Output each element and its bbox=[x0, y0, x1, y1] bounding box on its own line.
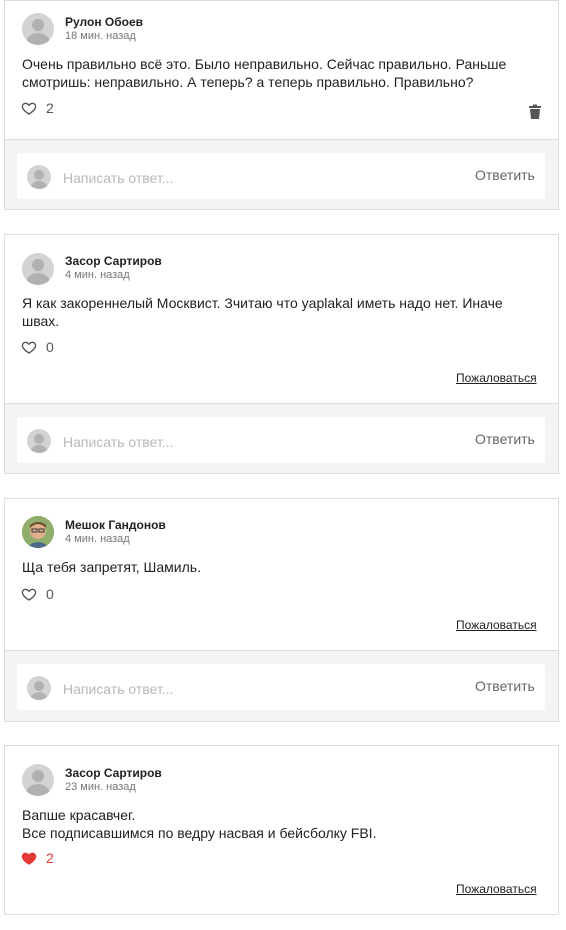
like-count: 2 bbox=[46, 100, 54, 116]
heart-outline-icon bbox=[21, 102, 37, 115]
comment-card: Засор Сартиров 23 мин. назад Вапше краса… bbox=[4, 745, 559, 915]
comment-time: 23 мин. назад bbox=[65, 781, 136, 793]
comment-text: Очень правильно всё это. Было неправильн… bbox=[22, 55, 542, 91]
comment-text-line: Очень правильно всё это. Было неправильн… bbox=[22, 56, 507, 72]
reply-placeholder: Написать ответ... bbox=[63, 170, 174, 186]
reply-input[interactable]: Написать ответ... Ответить bbox=[17, 417, 545, 463]
comment-time: 18 мин. назад bbox=[65, 30, 136, 42]
reply-placeholder: Написать ответ... bbox=[63, 681, 174, 697]
report-link[interactable]: Пожаловаться bbox=[456, 371, 537, 385]
heart-outline-icon bbox=[21, 588, 37, 601]
reply-input[interactable]: Написать ответ... Ответить bbox=[17, 153, 545, 199]
like-button[interactable]: 2 bbox=[21, 100, 54, 116]
comment-text: Вапше красавчег. Все подписавшимся по ве… bbox=[22, 806, 542, 842]
reply-input[interactable]: Написать ответ... Ответить bbox=[17, 664, 545, 710]
avatar[interactable] bbox=[22, 764, 54, 796]
reply-placeholder: Написать ответ... bbox=[63, 434, 174, 450]
like-button[interactable]: 0 bbox=[21, 339, 54, 355]
reply-zone: Написать ответ... Ответить bbox=[4, 404, 559, 474]
comment-text-line: Вапше красавчег. bbox=[22, 807, 136, 823]
comment-time: 4 мин. назад bbox=[65, 269, 130, 281]
comment-text: Ща тебя запретят, Шамиль. bbox=[22, 558, 542, 576]
comment-author[interactable]: Засор Сартиров bbox=[65, 766, 162, 780]
comment-text: Я как закореннелый Москвист. Зчитаю что … bbox=[22, 294, 542, 330]
comment-card: Рулон Обоев 18 мин. назад Очень правильн… bbox=[4, 0, 559, 140]
reply-zone: Написать ответ... Ответить bbox=[4, 140, 559, 210]
avatar[interactable] bbox=[22, 13, 54, 45]
like-count: 2 bbox=[46, 850, 54, 866]
comment-author[interactable]: Мешок Гандонов bbox=[65, 518, 166, 532]
report-link[interactable]: Пожаловаться bbox=[456, 618, 537, 632]
heart-filled-icon bbox=[21, 852, 37, 865]
comment-text-line: Я как закореннелый Москвист. Зчитаю что … bbox=[22, 295, 503, 311]
like-button[interactable]: 0 bbox=[21, 586, 54, 602]
avatar bbox=[27, 429, 51, 453]
like-count: 0 bbox=[46, 339, 54, 355]
trash-icon[interactable] bbox=[527, 104, 543, 120]
comment-author[interactable]: Рулон Обоев bbox=[65, 15, 143, 29]
comment-text-line: Ща тебя запретят, Шамиль. bbox=[22, 559, 201, 575]
comment-text-line: швах. bbox=[22, 313, 60, 329]
reply-zone: Написать ответ... Ответить bbox=[4, 651, 559, 722]
reply-button[interactable]: Ответить bbox=[475, 678, 535, 694]
heart-outline-icon bbox=[21, 341, 37, 354]
comment-author[interactable]: Засор Сартиров bbox=[65, 254, 162, 268]
comment-text-line: Все подписавшимся по ведру насвая и бейс… bbox=[22, 825, 377, 841]
avatar bbox=[27, 165, 51, 189]
comment-text-line: смотришь: неправильно. А теперь? а тепер… bbox=[22, 74, 474, 90]
avatar[interactable] bbox=[22, 516, 54, 548]
avatar bbox=[27, 676, 51, 700]
comment-card: Мешок Гандонов 4 мин. назад Ща тебя запр… bbox=[4, 498, 559, 651]
like-count: 0 bbox=[46, 586, 54, 602]
like-button[interactable]: 2 bbox=[21, 850, 54, 866]
user-photo-icon bbox=[22, 516, 54, 548]
comment-time: 4 мин. назад bbox=[65, 533, 130, 545]
avatar[interactable] bbox=[22, 253, 54, 285]
reply-button[interactable]: Ответить bbox=[475, 431, 535, 447]
report-link[interactable]: Пожаловаться bbox=[456, 882, 537, 896]
comment-card: Засор Сартиров 4 мин. назад Я как закоре… bbox=[4, 234, 559, 404]
reply-button[interactable]: Ответить bbox=[475, 167, 535, 183]
